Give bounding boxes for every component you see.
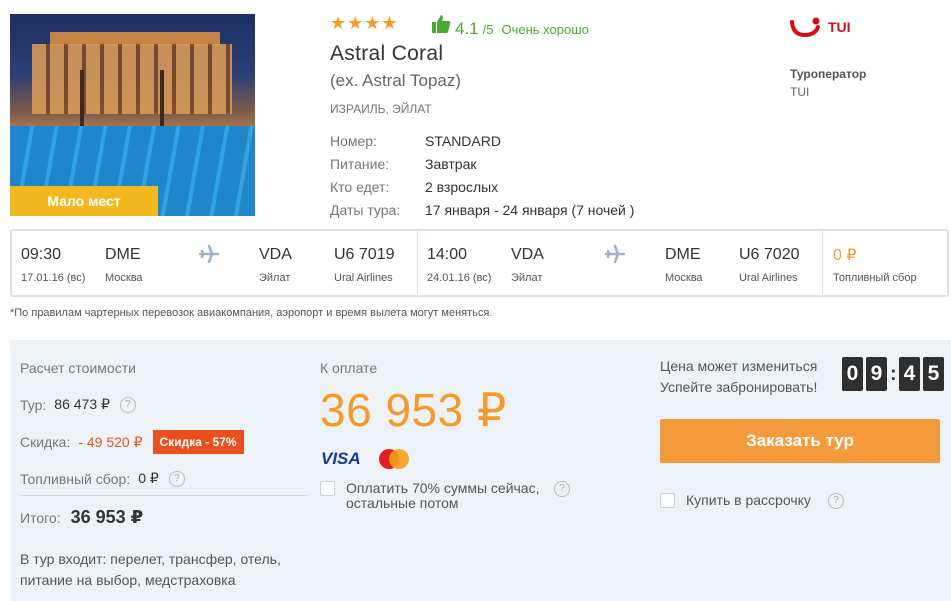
hotel-rating: 4.1/5 Очень хорошо — [431, 14, 589, 39]
discount-badge: Скидка - 57% — [152, 430, 244, 454]
calc-title: Расчет стоимости — [20, 360, 136, 376]
fuel-fee-value: 0 ₽ — [833, 247, 857, 264]
return-airline-name: Ural Airlines — [739, 272, 798, 284]
return-arrival-airport: DME — [665, 246, 701, 263]
tour-includes: В тур входит: перелет, трансфер, отель, … — [20, 551, 281, 588]
hotel-alt-name: (ex. Astral Topaz) — [330, 71, 462, 90]
help-icon[interactable]: ? — [554, 481, 570, 497]
arrival-city: Эйлат — [259, 272, 291, 284]
discount-label: Скидка: — [20, 434, 71, 450]
charter-note: *По правилам чартерных перевозок авиаком… — [10, 307, 493, 319]
countdown-timer: 0 9 : 4 5 — [842, 357, 944, 391]
operator-logo: TUI — [790, 16, 851, 38]
operator-name: TUI — [790, 85, 810, 99]
order-tour-button[interactable]: Заказать тур — [660, 419, 940, 463]
tour-price-value: 86 473 ₽ — [54, 396, 110, 412]
price-change-notice: Цена может измениться Успейте заброниров… — [660, 356, 817, 398]
thumbs-up-icon — [432, 15, 451, 33]
help-icon[interactable]: ? — [828, 493, 844, 509]
rating-value: 4.1 — [455, 19, 479, 38]
airline-name: Ural Airlines — [334, 272, 393, 284]
rating-text: Очень хорошо — [501, 22, 589, 37]
operator-label: Туроператор — [790, 67, 867, 81]
tour-price-label: Тур: — [20, 396, 47, 413]
few-places-badge: Мало мест — [10, 186, 158, 216]
price-change-line2: Успейте забронировать! — [660, 379, 818, 395]
plane-icon — [198, 244, 220, 264]
partial-payment-checkbox[interactable] — [320, 481, 335, 496]
total-label: Итого: — [20, 509, 61, 526]
detail-row: Питание: Завтрак — [330, 155, 634, 178]
timer-digit: 9 — [866, 357, 887, 391]
discount-row: Скидка: - 49 520 ₽ Скидка - 57% — [20, 430, 244, 454]
fuel-value: 0 ₽ — [138, 470, 159, 486]
timer-digit: 4 — [899, 357, 920, 391]
detail-value: 17 января - 24 января (7 ночей ) — [425, 202, 635, 218]
detail-value: STANDARD — [425, 133, 501, 149]
arrival-airport: VDA — [259, 246, 292, 263]
partial-payment-label[interactable]: Оплатить 70% суммы сейчас, остальные пот… — [346, 481, 561, 511]
detail-key: Питание: — [330, 156, 390, 172]
return-flight-number: U6 7020 — [739, 246, 800, 263]
installment-label[interactable]: Купить в рассрочку — [686, 493, 811, 508]
departure-date: 17.01.16 (вс) — [21, 272, 86, 284]
detail-value: 2 взрослых — [425, 179, 499, 195]
tui-smile-icon — [790, 17, 820, 38]
hotel-name[interactable]: Astral Coral — [330, 42, 443, 66]
detail-value: Завтрак — [425, 156, 477, 172]
detail-row: Номер: STANDARD — [330, 132, 634, 155]
plane-icon — [604, 244, 626, 264]
operator-logo-text: TUI — [828, 19, 851, 35]
fuel-label: Топливный сбор: — [20, 470, 131, 487]
detail-row: Кто едет: 2 взрослых — [330, 178, 634, 201]
rating-max: /5 — [482, 22, 494, 37]
tour-price-row: Тур: 86 473 ₽ ? — [20, 396, 136, 413]
price-change-line1: Цена может измениться — [660, 358, 818, 374]
detail-key: Кто едет: — [330, 179, 390, 195]
pay-amount: 36 953 ₽ — [320, 384, 507, 436]
help-icon[interactable]: ? — [168, 470, 185, 487]
departure-time: 09:30 — [21, 246, 62, 263]
calc-divider — [20, 495, 308, 496]
help-icon[interactable]: ? — [119, 396, 136, 413]
timer-digit: 0 — [842, 357, 863, 391]
pay-title: К оплате — [320, 360, 378, 376]
flight-number: U6 7019 — [334, 246, 395, 263]
departure-airport: DME — [105, 246, 141, 263]
departure-city: Москва — [105, 272, 143, 284]
visa-logo: VISA — [321, 449, 361, 468]
discount-value: - 49 520 ₽ — [78, 433, 143, 450]
return-departure-airport: VDA — [511, 246, 544, 263]
return-arrival-city: Москва — [665, 272, 703, 284]
detail-key: Даты тура: — [330, 202, 401, 218]
fuel-fee-label: Топливный сбор — [833, 272, 917, 284]
return-date: 24.01.16 (вс) — [427, 272, 492, 284]
hotel-stars: ★★★★ — [330, 13, 399, 33]
flights-panel: 09:30 17.01.16 (вс) DME Москва VDA Эйлат… — [10, 229, 949, 297]
total-row: Итого: 36 953 ₽ — [20, 507, 143, 528]
mastercard-icon — [379, 449, 409, 469]
return-departure-city: Эйлат — [511, 272, 543, 284]
installment-checkbox[interactable] — [660, 493, 675, 508]
timer-digit: 5 — [923, 357, 944, 391]
detail-key: Номер: — [330, 133, 377, 149]
detail-row: Даты тура: 17 января - 24 января (7 ночей… — [330, 201, 634, 224]
fuel-row: Топливный сбор: 0 ₽ ? — [20, 470, 185, 487]
tour-details: Номер: STANDARD Питание: Завтрак Кто едет:… — [330, 132, 634, 224]
hotel-location: ИЗРАИЛЬ, ЭЙЛАТ — [330, 102, 432, 116]
segment-divider — [417, 231, 418, 295]
return-time: 14:00 — [427, 246, 468, 263]
total-value: 36 953 ₽ — [70, 507, 144, 527]
price-panel: Расчет стоимости Тур: 86 473 ₽ ? Скидка:… — [10, 340, 951, 601]
segment-divider — [822, 231, 823, 295]
timer-colon: : — [890, 362, 897, 385]
